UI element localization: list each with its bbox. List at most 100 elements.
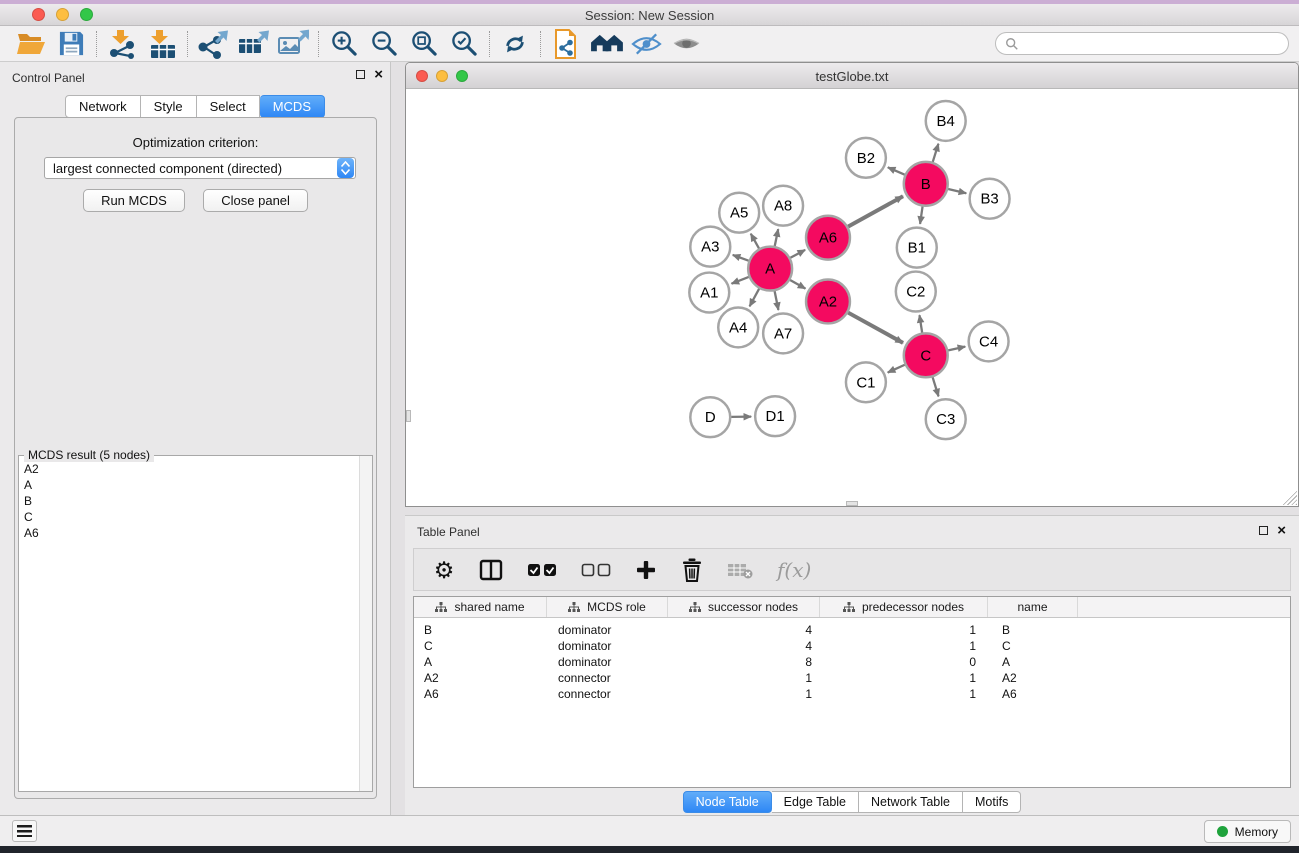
- import-table-icon[interactable]: [145, 28, 179, 60]
- column-header-predecessor-nodes[interactable]: predecessor nodes: [820, 597, 988, 617]
- table-cell[interactable]: dominator: [547, 654, 668, 670]
- graph-edge-C-C3[interactable]: [933, 377, 939, 396]
- close-panel-button[interactable]: Close panel: [203, 189, 308, 212]
- network-window-titlebar[interactable]: testGlobe.txt: [406, 63, 1298, 89]
- mcds-result-scrollbar[interactable]: [359, 456, 372, 791]
- tab-network[interactable]: Network: [65, 95, 141, 118]
- table-mode-gear-icon[interactable]: ⚙: [433, 560, 455, 580]
- zoom-in-icon[interactable]: [327, 28, 361, 60]
- table-row[interactable]: Adominator80A: [414, 654, 1290, 670]
- table-cell[interactable]: 8: [668, 654, 820, 670]
- table-cell[interactable]: C: [988, 638, 1078, 654]
- graph-edge-A-A4[interactable]: [750, 289, 760, 307]
- table-cell[interactable]: 4: [668, 622, 820, 638]
- table-row[interactable]: Cdominator41C: [414, 638, 1290, 654]
- window-edge-grip[interactable]: [846, 501, 858, 506]
- zoom-out-icon[interactable]: [367, 28, 401, 60]
- table-cell[interactable]: 1: [668, 670, 820, 686]
- optimization-criterion-dropdown[interactable]: largest connected component (directed): [44, 157, 356, 179]
- table-cell[interactable]: 4: [668, 638, 820, 654]
- export-table-icon[interactable]: [236, 28, 270, 60]
- table-cell[interactable]: 1: [820, 638, 988, 654]
- table-cell[interactable]: 1: [820, 686, 988, 702]
- mcds-result-item[interactable]: A2: [19, 461, 372, 477]
- tab-select[interactable]: Select: [197, 95, 260, 118]
- table-cell[interactable]: A2: [414, 670, 547, 686]
- tab-mcds[interactable]: MCDS: [260, 95, 325, 118]
- column-header-name[interactable]: name: [988, 597, 1078, 617]
- graph-edge-B-B1[interactable]: [920, 207, 922, 224]
- graph-edge-A-A2[interactable]: [790, 280, 805, 289]
- delete-columns-icon[interactable]: [681, 558, 703, 582]
- window-edge-grip[interactable]: [406, 410, 411, 422]
- export-image-icon[interactable]: [276, 28, 310, 60]
- save-session-icon[interactable]: [54, 28, 88, 60]
- graph-edge-A6-B[interactable]: [848, 196, 903, 226]
- network-canvas[interactable]: B4B2BB3A5A8A6B1A3AC2A1A2A4A7C4CC1C3DD1: [406, 89, 1298, 506]
- close-panel-icon[interactable]: ×: [374, 70, 383, 79]
- tab-edge-table[interactable]: Edge Table: [772, 791, 859, 813]
- table-cell[interactable]: B: [414, 622, 547, 638]
- show-all-icon[interactable]: [669, 28, 703, 60]
- tab-network-table[interactable]: Network Table: [859, 791, 963, 813]
- mcds-result-item[interactable]: A6: [19, 525, 372, 541]
- table-cell[interactable]: 0: [820, 654, 988, 670]
- graph-edge-B-B2[interactable]: [888, 167, 905, 174]
- table-cell[interactable]: A2: [988, 670, 1078, 686]
- graph-edge-A2-C[interactable]: [848, 313, 903, 343]
- hide-selected-icon[interactable]: [629, 28, 663, 60]
- deselect-all-icon[interactable]: [581, 563, 611, 577]
- split-panel-icon[interactable]: [479, 559, 503, 581]
- float-panel-icon[interactable]: [356, 70, 365, 79]
- table-cell[interactable]: C: [414, 638, 547, 654]
- graph-edge-A-A5[interactable]: [751, 234, 759, 249]
- search-input[interactable]: [1025, 36, 1279, 51]
- table-row[interactable]: A6connector11A6: [414, 686, 1290, 702]
- float-table-panel-icon[interactable]: [1259, 526, 1268, 535]
- column-header-shared-name[interactable]: shared name: [414, 597, 547, 617]
- memory-button[interactable]: Memory: [1204, 820, 1291, 843]
- export-network-icon[interactable]: [196, 28, 230, 60]
- graph-edge-A-A8[interactable]: [775, 229, 778, 246]
- graph-edge-A-A6[interactable]: [790, 250, 805, 258]
- table-cell[interactable]: connector: [547, 686, 668, 702]
- dropdown-stepper-icon[interactable]: [337, 158, 354, 178]
- table-cell[interactable]: dominator: [547, 622, 668, 638]
- graph-edge-C-C2[interactable]: [919, 315, 922, 333]
- graph-edge-C-C1[interactable]: [888, 365, 905, 373]
- graph-edge-B-B3[interactable]: [948, 189, 966, 193]
- graph-edge-C-C4[interactable]: [948, 347, 965, 351]
- close-table-panel-icon[interactable]: ×: [1277, 526, 1286, 535]
- column-header-successor-nodes[interactable]: successor nodes: [668, 597, 820, 617]
- table-cell[interactable]: A6: [414, 686, 547, 702]
- apply-layout-icon[interactable]: [498, 28, 532, 60]
- task-history-button[interactable]: [12, 820, 37, 842]
- new-network-from-selection-icon[interactable]: [549, 28, 583, 60]
- graph-edge-B-B4[interactable]: [933, 144, 939, 162]
- graph-edge-A-A7[interactable]: [775, 291, 779, 310]
- run-mcds-button[interactable]: Run MCDS: [83, 189, 185, 212]
- zoom-selected-icon[interactable]: [447, 28, 481, 60]
- home-icon[interactable]: [589, 28, 623, 60]
- mcds-result-item[interactable]: C: [19, 509, 372, 525]
- table-cell[interactable]: A: [988, 654, 1078, 670]
- column-header-mcds-role[interactable]: MCDS role: [547, 597, 668, 617]
- tab-motifs[interactable]: Motifs: [963, 791, 1021, 813]
- zoom-fit-icon[interactable]: [407, 28, 441, 60]
- import-network-icon[interactable]: [105, 28, 139, 60]
- table-cell[interactable]: B: [988, 622, 1078, 638]
- table-cell[interactable]: connector: [547, 670, 668, 686]
- open-file-icon[interactable]: [14, 28, 48, 60]
- table-cell[interactable]: A6: [988, 686, 1078, 702]
- table-cell[interactable]: 1: [668, 686, 820, 702]
- search-field[interactable]: [995, 32, 1289, 55]
- table-cell[interactable]: dominator: [547, 638, 668, 654]
- table-row[interactable]: Bdominator41B: [414, 622, 1290, 638]
- tab-style[interactable]: Style: [141, 95, 197, 118]
- graph-edge-A-A1[interactable]: [732, 277, 749, 284]
- table-cell[interactable]: 1: [820, 670, 988, 686]
- table-row[interactable]: A2connector11A2: [414, 670, 1290, 686]
- mcds-result-item[interactable]: A: [19, 477, 372, 493]
- tab-node-table[interactable]: Node Table: [683, 791, 772, 813]
- table-cell[interactable]: 1: [820, 622, 988, 638]
